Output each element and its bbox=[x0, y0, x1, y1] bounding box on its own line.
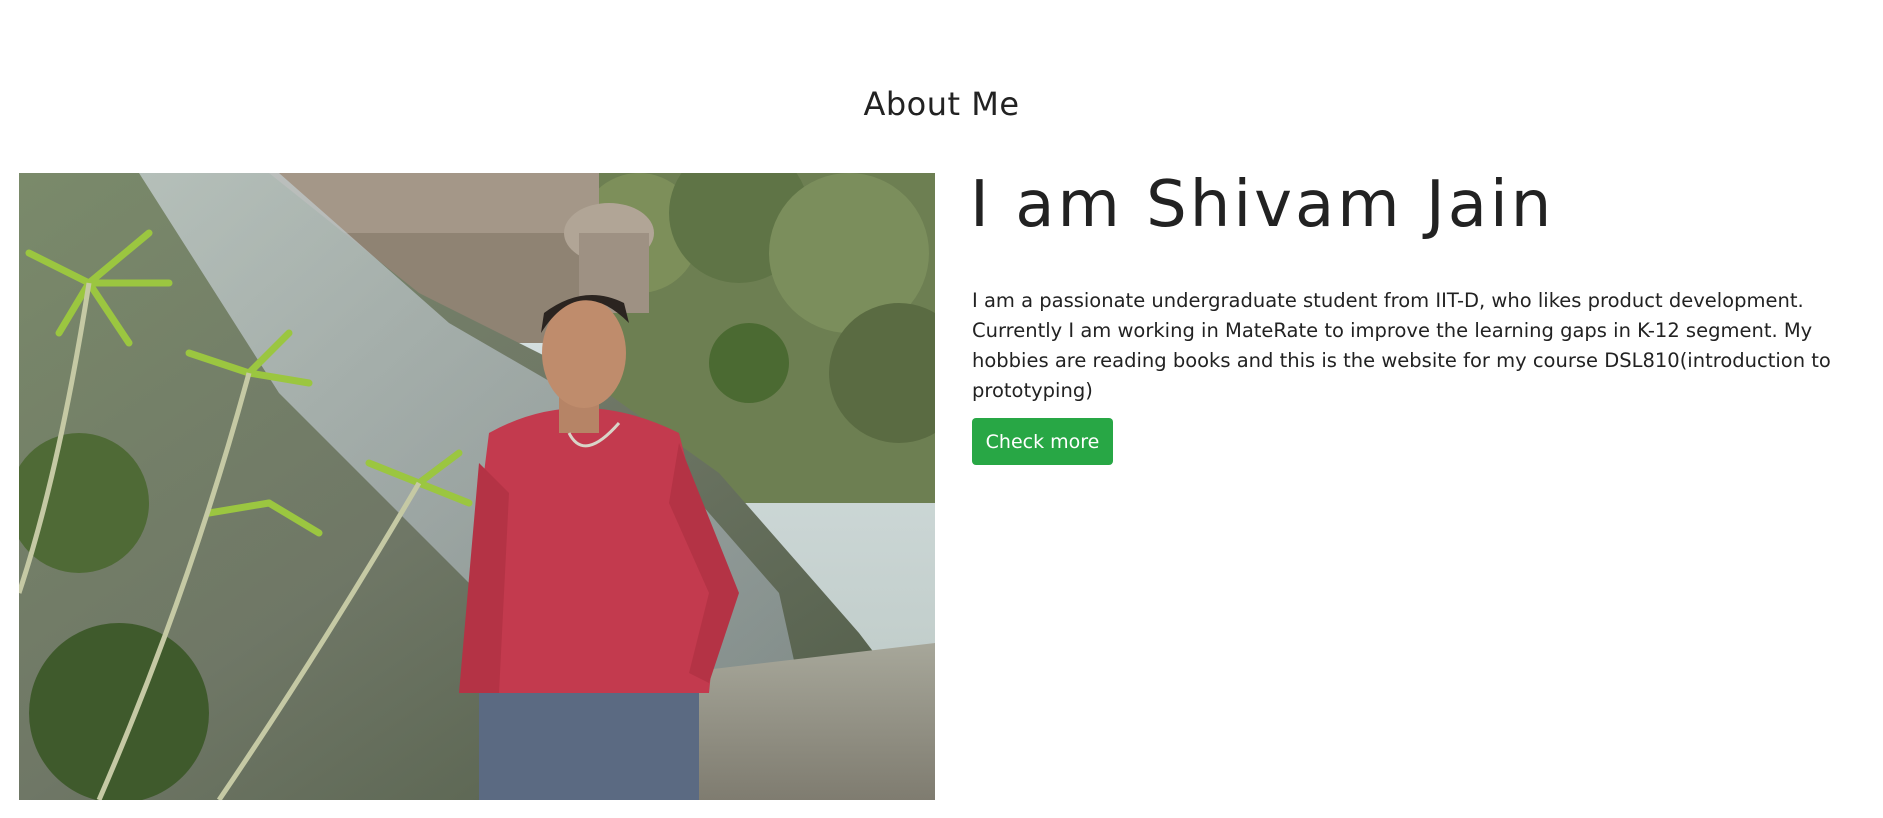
profile-photo bbox=[19, 173, 935, 800]
about-description: I am a passionate undergraduate student … bbox=[972, 289, 1831, 402]
check-more-button[interactable]: Check more bbox=[972, 418, 1113, 465]
name-heading: I am Shivam Jain bbox=[970, 168, 1555, 242]
section-title: About Me bbox=[863, 84, 1020, 123]
